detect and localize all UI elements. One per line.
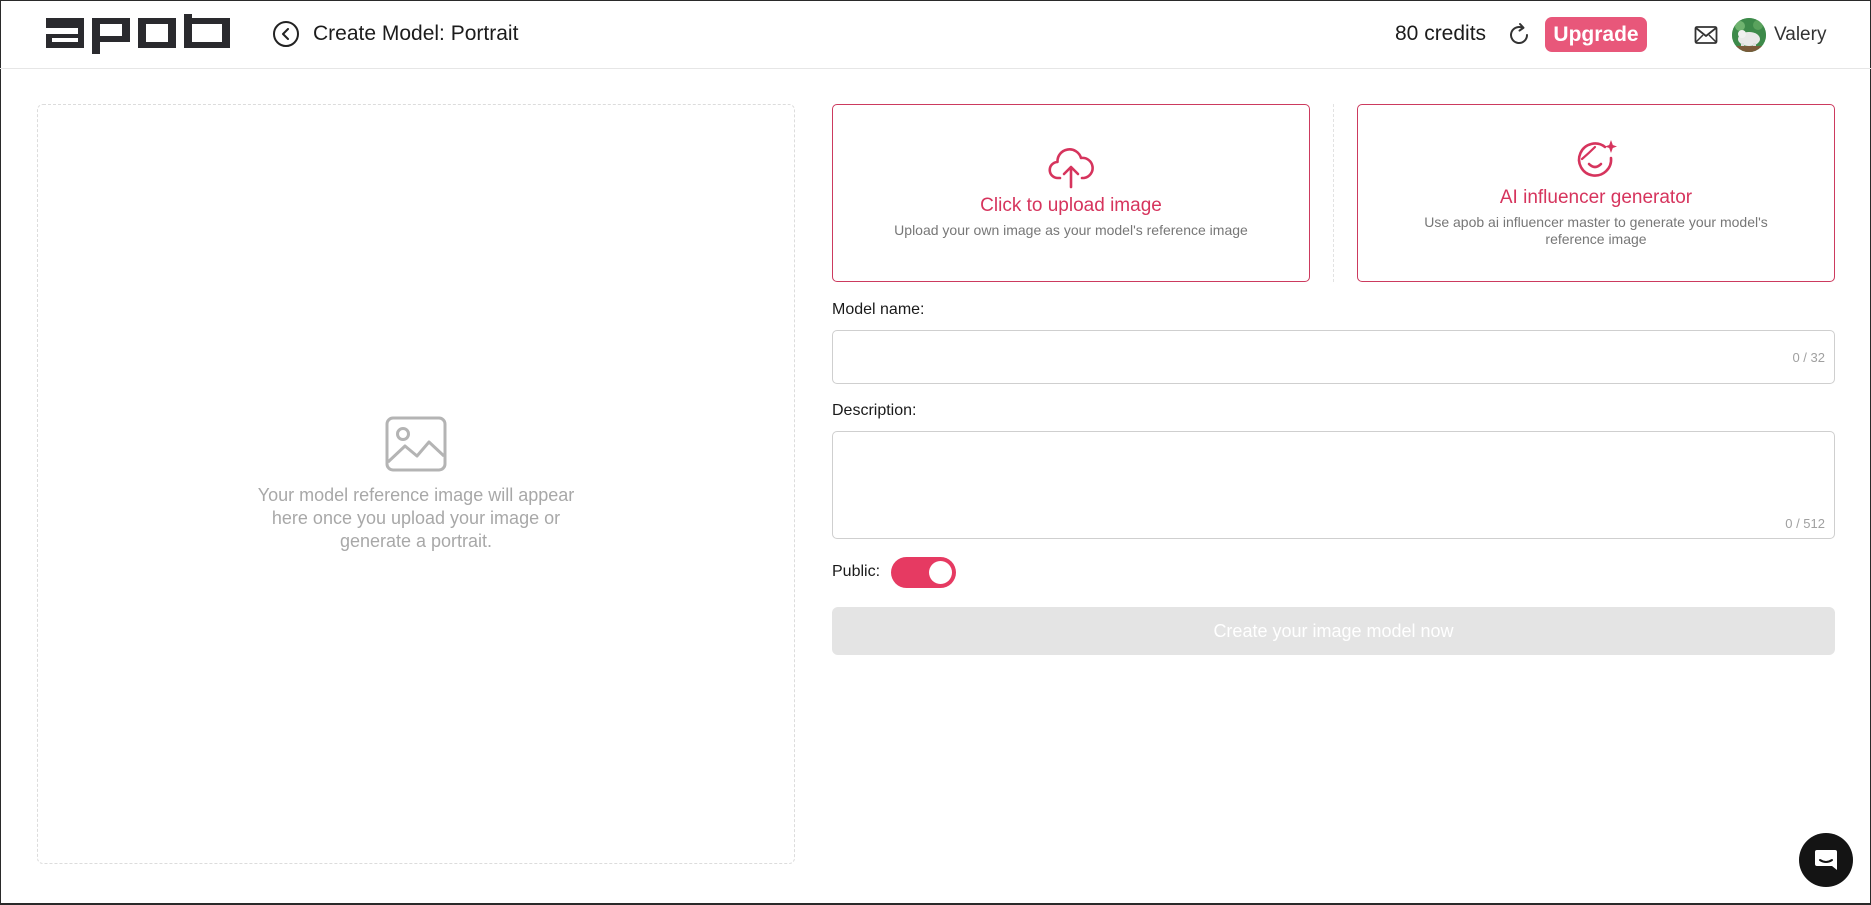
upload-card-title: Click to upload image [980,195,1162,216]
public-toggle[interactable] [891,557,956,588]
cloud-upload-icon [1048,148,1094,189]
model-name-label: Model name: [832,301,925,318]
page-title: Create Model: Portrait [313,22,519,45]
chat-support-button[interactable] [1799,833,1853,887]
messages-button[interactable] [1694,25,1718,45]
toggle-knob [929,561,952,584]
apob-logo[interactable] [44,14,234,61]
create-model-button[interactable]: Create your image model now [832,607,1835,655]
refresh-icon [1510,23,1528,44]
credits-count: 80 credits [1395,22,1487,45]
upload-image-card[interactable]: Click to upload image Upload your own im… [832,104,1310,282]
chat-icon [1815,850,1837,870]
user-name[interactable]: Valery [1774,24,1826,46]
model-name-field-wrapper: 0 / 32 [832,330,1835,384]
upload-card-subtitle: Upload your own image as your model's re… [894,222,1248,238]
back-button[interactable] [273,21,299,47]
upgrade-button[interactable]: Upgrade [1545,17,1647,52]
model-name-counter: 0 / 32 [1792,350,1825,365]
description-label: Description: [832,402,917,419]
description-field-wrapper: 0 / 512 [832,431,1835,539]
refresh-credits-button[interactable] [1506,22,1532,48]
ai-influencer-card[interactable]: AI influencer generator Use apob ai infl… [1357,104,1835,282]
description-input[interactable] [833,432,1834,538]
user-avatar[interactable] [1732,18,1766,52]
mail-icon [1694,26,1718,44]
options-divider [1333,104,1334,282]
public-label: Public: [832,563,881,580]
ai-card-title: AI influencer generator [1499,186,1693,208]
description-counter: 0 / 512 [1785,516,1825,531]
face-sparkle-icon [1577,139,1617,177]
model-preview-area: Your model reference image will appear h… [37,104,795,864]
top-header: Create Model: Portrait 80 credits Upgrad… [0,0,1871,69]
image-placeholder-icon [385,416,447,471]
ai-card-subtitle: Use apob ai influencer master to generat… [1424,213,1768,247]
model-name-input[interactable] [833,331,1834,383]
preview-placeholder-text: Your model reference image will appear h… [257,484,575,551]
chevron-left-icon [282,28,289,40]
